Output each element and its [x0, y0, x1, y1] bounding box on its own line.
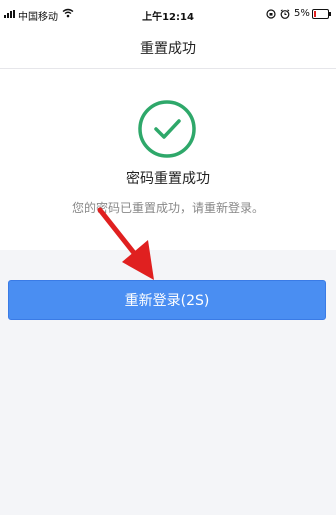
- alarm-icon: [280, 9, 290, 19]
- relogin-button[interactable]: 重新登录(2S): [8, 280, 326, 320]
- status-bar: 中国移动 上午12:14 5%: [0, 0, 336, 30]
- battery-percent: 5%: [294, 8, 310, 19]
- nav-header: 重置成功: [0, 30, 336, 69]
- success-message: 您的密码已重置成功，请重新登录。: [71, 201, 264, 215]
- page-title: 重置成功: [140, 41, 196, 57]
- battery-icon: [312, 9, 331, 19]
- success-card: 密码重置成功 您的密码已重置成功，请重新登录。: [0, 69, 336, 250]
- success-title: 密码重置成功: [126, 171, 210, 187]
- rotation-lock-icon: [266, 9, 276, 19]
- check-circle-icon: [138, 100, 196, 158]
